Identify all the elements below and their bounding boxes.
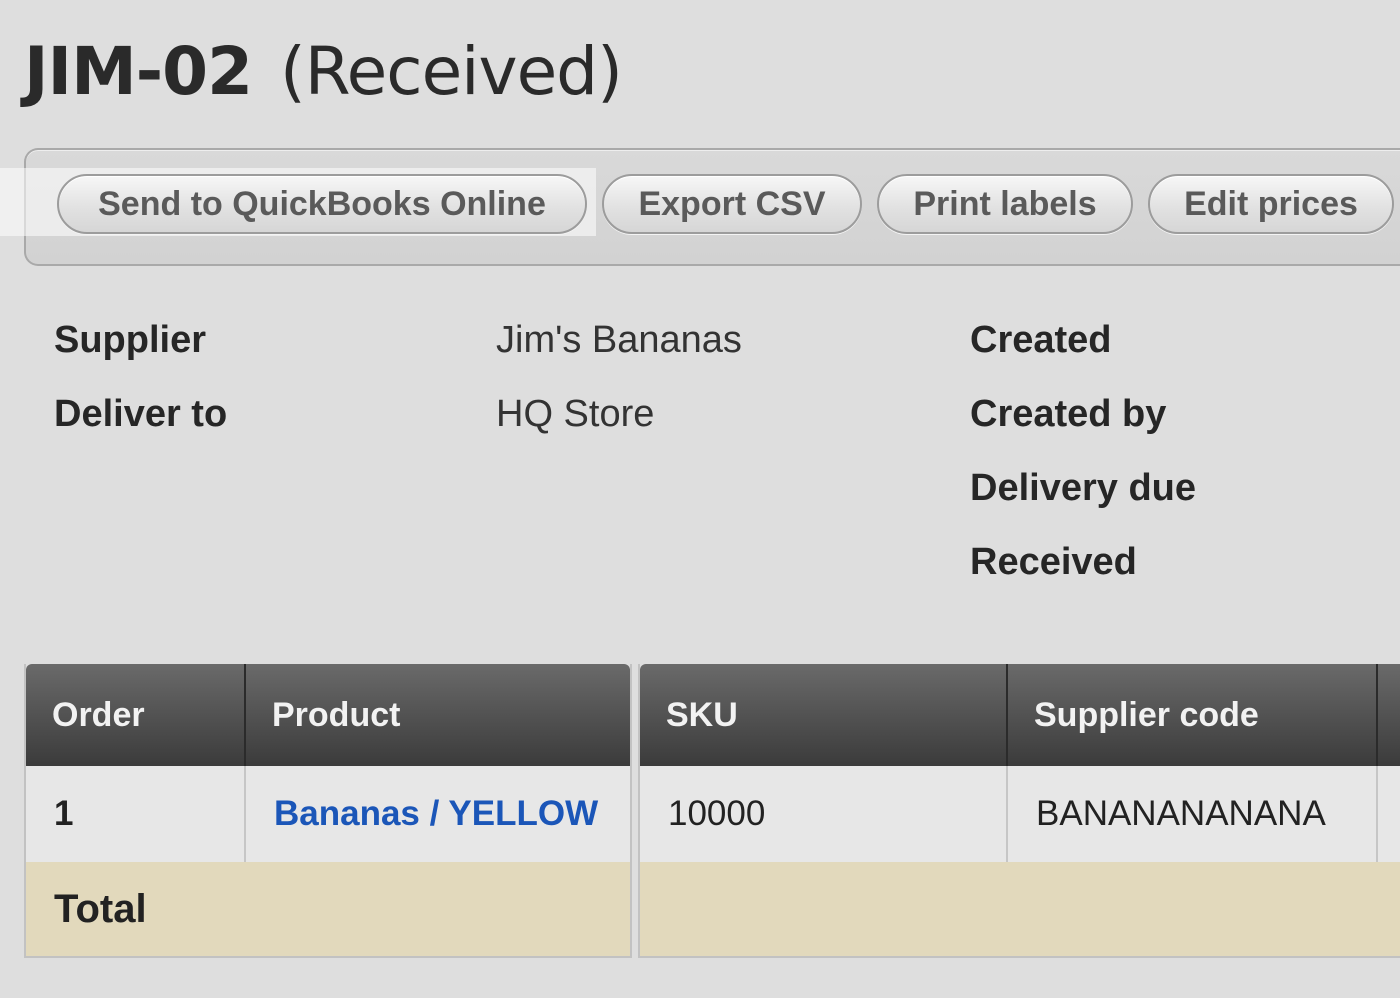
column-header-sku[interactable]: SKU: [640, 664, 1006, 766]
supplier-code-cell: BANANANANANA: [1036, 794, 1326, 833]
received-label: Received: [970, 541, 1137, 583]
column-divider: [244, 766, 246, 862]
column-divider: [1376, 664, 1378, 766]
order-status: (Received): [280, 33, 623, 110]
product-link[interactable]: Bananas / YELLOW: [246, 766, 632, 862]
order-code: JIM-02: [24, 33, 253, 110]
table-row: 10000 BANANANANANA: [640, 766, 1400, 864]
column-divider: [1006, 664, 1008, 766]
sku-cell: 10000: [668, 794, 766, 833]
delivery-due-label: Delivery due: [970, 467, 1196, 509]
column-divider: [244, 664, 246, 766]
table-header: SKU Supplier code: [640, 664, 1400, 766]
column-divider: [1376, 766, 1378, 862]
supplier-label: Supplier: [54, 319, 207, 361]
total-label: Total: [54, 886, 147, 931]
order-items-table-left: Order Product 1 Bananas / YELLOW Total: [24, 664, 632, 958]
column-header-order[interactable]: Order: [26, 664, 246, 766]
column-header-product[interactable]: Product: [246, 664, 632, 766]
total-row: Total: [26, 862, 630, 956]
table-header: Order Product: [26, 664, 630, 766]
column-header-supplier-code[interactable]: Supplier code: [1008, 664, 1376, 766]
created-by-label: Created by: [970, 393, 1167, 435]
edit-prices-button[interactable]: Edit prices: [1148, 174, 1394, 234]
export-csv-button[interactable]: Export CSV: [602, 174, 862, 234]
column-divider: [1006, 766, 1008, 862]
total-row-empty: [640, 862, 1400, 956]
supplier-value: Jim's Bananas: [496, 319, 742, 361]
order-items-table-right: SKU Supplier code 10000 BANANANANANA: [638, 664, 1400, 958]
page-title: JIM-02 (Received): [24, 30, 623, 114]
created-label: Created: [970, 319, 1112, 361]
send-to-quickbooks-button[interactable]: Send to QuickBooks Online: [57, 174, 587, 234]
deliver-to-value: HQ Store: [496, 393, 655, 435]
table-row: 1 Bananas / YELLOW: [26, 766, 630, 864]
order-cell: 1: [54, 794, 74, 833]
deliver-to-label: Deliver to: [54, 393, 228, 435]
print-labels-button[interactable]: Print labels: [877, 174, 1133, 234]
